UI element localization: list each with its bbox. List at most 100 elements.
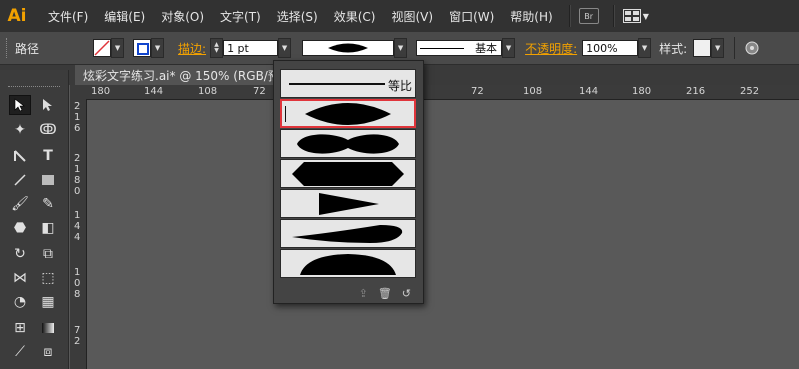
chevron-down-icon[interactable]: ▼	[711, 38, 725, 58]
perspective-grid-tool-icon[interactable]: ▦	[37, 292, 59, 312]
profile-shape-4-icon	[319, 192, 379, 215]
chevron-down-icon[interactable]: ▼	[394, 38, 408, 58]
ruler-origin[interactable]	[70, 85, 88, 100]
menu-view[interactable]: 视图(V)	[383, 8, 441, 25]
menu-select[interactable]: 选择(S)	[269, 8, 326, 25]
rectangle-tool-icon[interactable]	[37, 170, 59, 190]
blob-brush-tool-icon[interactable]: ⬣	[9, 218, 31, 238]
fill-color-control[interactable]: ▼	[93, 38, 125, 58]
style-label: 样式:	[659, 41, 688, 56]
reset-profiles-icon[interactable]: ↺	[402, 287, 411, 300]
profile-option-5[interactable]	[280, 219, 416, 248]
text-cursor-icon	[285, 106, 286, 122]
variable-width-profile-dropdown[interactable]: ▼	[302, 38, 408, 58]
selection-tool-icon[interactable]	[9, 95, 31, 115]
tools-panel: ✦ ↂ T 🖌 ✎ ⬣ ◧ ↻ ⧉ ⋈ ⬚ ◔ ▦ ⊞ ⟋ ⧈	[0, 70, 69, 369]
stroke-weight-field[interactable]: 1 pt	[223, 40, 279, 56]
ruler-tick-label: 216	[686, 86, 706, 97]
opacity-field[interactable]: 100%	[582, 40, 639, 56]
stroke-panel-link[interactable]: 描边:	[178, 40, 206, 57]
ctrl-divider	[734, 37, 736, 59]
lasso-tool-icon[interactable]: ↂ	[37, 120, 59, 140]
profile-option-4[interactable]	[280, 189, 416, 218]
profile-option-uniform[interactable]: 等比	[280, 69, 416, 98]
width-profile-shape-icon	[328, 43, 369, 53]
stroke-weight-control[interactable]: ▲ ▼ 1 pt ▼	[210, 38, 292, 58]
free-transform-tool-icon[interactable]: ⬚	[37, 268, 59, 288]
paintbrush-tool-icon[interactable]: 🖌	[9, 194, 31, 214]
menu-divider	[612, 5, 615, 27]
spinner-icon[interactable]: ▲ ▼	[210, 38, 224, 58]
profile-shape-6-icon	[300, 253, 396, 275]
mesh-tool-icon[interactable]: ⊞	[9, 318, 31, 338]
opacity-panel-link[interactable]: 不透明度:	[525, 40, 577, 57]
profile-option-2[interactable]	[280, 129, 416, 158]
pencil-tool-icon[interactable]: ✎	[37, 194, 59, 214]
brush-definition-dropdown[interactable]: 基本 ▼	[416, 38, 516, 58]
chevron-down-icon[interactable]: ▼	[278, 38, 292, 58]
ruler-tick-label: 2	[74, 101, 81, 112]
chevron-down-icon[interactable]: ▼	[151, 38, 165, 58]
profile-option-6[interactable]	[280, 249, 416, 278]
direct-selection-tool-icon[interactable]	[37, 95, 59, 115]
ruler-tick-label: 144	[144, 86, 164, 97]
ruler-tick-label: 0	[74, 278, 81, 289]
recolor-artwork-icon[interactable]	[745, 41, 759, 55]
menu-effect[interactable]: 效果(C)	[326, 8, 384, 25]
width-tool-icon[interactable]: ⋈	[9, 268, 31, 288]
profile-preview[interactable]	[302, 40, 395, 56]
workspace-switcher[interactable]: ▼	[622, 9, 649, 23]
eraser-tool-icon[interactable]: ◧	[37, 218, 59, 238]
arrange-documents-icon	[622, 9, 641, 23]
document-tab[interactable]: 炫彩文字练习.ai* @ 150% (RGB/预	[75, 65, 275, 85]
line-segment-tool-icon[interactable]	[9, 170, 31, 190]
menu-edit[interactable]: 编辑(E)	[96, 8, 153, 25]
uniform-line-icon	[289, 83, 385, 85]
profile-option-3[interactable]	[280, 159, 416, 188]
brush-field[interactable]: 基本	[416, 40, 503, 56]
menu-file[interactable]: 文件(F)	[40, 8, 96, 25]
blend-tool-icon[interactable]: ⧈	[37, 342, 59, 362]
graphic-style-control[interactable]: ▼	[693, 38, 725, 58]
delete-profile-icon[interactable]: 🗑	[378, 287, 392, 300]
opacity-control[interactable]: 100% ▼	[582, 38, 652, 58]
menu-window[interactable]: 窗口(W)	[441, 8, 502, 25]
stroke-swatch[interactable]	[133, 39, 152, 57]
profile-shape-5-icon	[292, 224, 403, 243]
ruler-tick-label: 252	[740, 86, 760, 97]
graphic-style-swatch[interactable]	[693, 39, 712, 57]
chevron-down-icon[interactable]: ▼	[111, 38, 125, 58]
panel-grip[interactable]	[8, 86, 60, 91]
menu-help[interactable]: 帮助(H)	[502, 8, 560, 25]
profile-shape-1-icon	[305, 102, 391, 125]
menu-object[interactable]: 对象(O)	[153, 8, 212, 25]
scale-tool-icon[interactable]: ⧉	[37, 244, 59, 264]
profile-option-1[interactable]	[280, 99, 416, 128]
ruler-tick-label: 72	[471, 86, 484, 97]
menu-type[interactable]: 文字(T)	[212, 8, 269, 25]
brush-label: 基本	[475, 42, 498, 55]
basic-stroke-line-icon	[420, 47, 465, 49]
add-to-profiles-icon[interactable]: ⇪	[359, 287, 368, 300]
menu-bar: Ai 文件(F) 编辑(E) 对象(O) 文字(T) 选择(S) 效果(C) 视…	[0, 0, 799, 32]
ruler-tick-label: 4	[74, 232, 81, 243]
horizontal-ruler[interactable]: 180 144 108 72 72 108 144 180 216 252	[87, 85, 799, 100]
canvas-area[interactable]	[87, 100, 799, 369]
rotate-tool-icon[interactable]: ↻	[9, 244, 31, 264]
stroke-color-control[interactable]: ▼	[133, 38, 165, 58]
chevron-down-icon[interactable]: ▼	[638, 38, 652, 58]
eyedropper-tool-icon[interactable]: ⟋	[9, 342, 31, 362]
bridge-button[interactable]: Br	[578, 8, 599, 24]
type-tool-icon[interactable]: T	[37, 146, 59, 166]
chevron-down-icon[interactable]: ▼	[502, 38, 516, 58]
ruler-tick-label: 8	[74, 289, 81, 300]
ruler-tick-label: 144	[579, 86, 599, 97]
magic-wand-tool-icon[interactable]: ✦	[9, 120, 31, 140]
shape-builder-tool-icon[interactable]: ◔	[9, 292, 31, 312]
vertical-ruler[interactable]: 2 1 6 2 1 8 0 1 4 4 1 0 8 7 2	[70, 99, 87, 369]
gradient-tool-icon[interactable]	[37, 318, 59, 338]
fill-none-swatch[interactable]	[93, 39, 112, 57]
pen-tool-icon[interactable]	[9, 146, 31, 166]
panel-grip[interactable]	[6, 38, 11, 58]
stroke-square-icon	[137, 43, 150, 55]
